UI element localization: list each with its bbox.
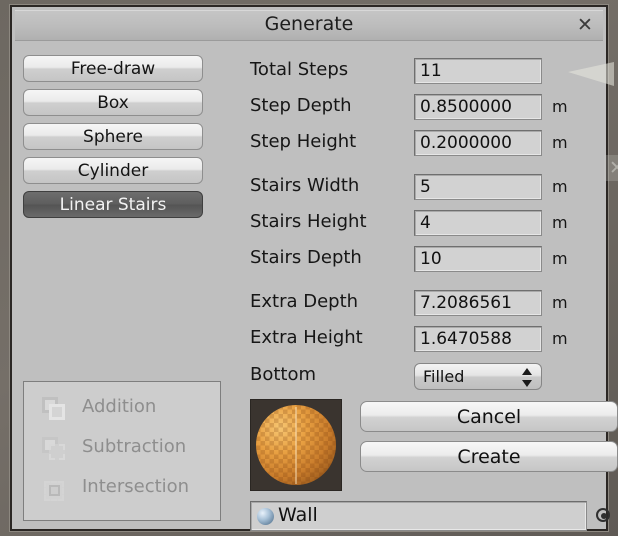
unit-extra-height: m	[552, 329, 568, 348]
cancel-button[interactable]: Cancel	[360, 401, 618, 432]
tool-button-linear-stairs[interactable]: Linear Stairs	[23, 191, 203, 218]
input-total-steps[interactable]: 11	[414, 58, 542, 84]
input-stairs-depth[interactable]: 10	[414, 246, 542, 272]
input-extra-height[interactable]: 1.6470588	[414, 326, 542, 352]
unit-stairs-width: m	[552, 177, 568, 196]
unit-step-depth: m	[552, 97, 568, 116]
bottom-dropdown[interactable]: Filled	[414, 363, 542, 390]
unit-stairs-depth: m	[552, 249, 568, 268]
tool-button-box[interactable]: Box	[23, 89, 203, 116]
label-extra-depth: Extra Depth	[250, 291, 359, 312]
csg-option-addition[interactable]: Addition	[34, 392, 214, 426]
generate-dialog: ✕ Generate ✕ Free-draw Box Sphere Cylind…	[10, 5, 618, 531]
csg-subtraction-label: Subtraction	[82, 436, 187, 457]
window-title: Generate	[264, 13, 354, 35]
csg-addition-icon	[40, 395, 68, 423]
background-x-artifact: ✕	[604, 155, 618, 181]
label-step-height: Step Height	[250, 131, 357, 152]
label-extra-height: Extra Height	[250, 327, 363, 348]
target-picker-icon[interactable]	[595, 507, 613, 525]
csg-intersection-label: Intersection	[82, 476, 190, 497]
csg-operations-group: Addition Subtraction Intersection	[23, 381, 221, 521]
material-preview[interactable]	[250, 399, 342, 491]
input-stairs-height[interactable]: 4	[414, 210, 542, 236]
tool-button-cylinder[interactable]: Cylinder	[23, 157, 203, 184]
input-step-height[interactable]: 0.2000000	[414, 130, 542, 156]
input-stairs-width[interactable]: 5	[414, 174, 542, 200]
label-bottom: Bottom	[250, 364, 317, 385]
bottom-dropdown-value: Filled	[423, 367, 465, 386]
tool-button-free-draw[interactable]: Free-draw	[23, 55, 203, 82]
unit-extra-depth: m	[552, 293, 568, 312]
csg-option-subtraction[interactable]: Subtraction	[34, 432, 214, 466]
csg-subtraction-icon	[40, 435, 68, 463]
label-step-depth: Step Depth	[250, 95, 352, 116]
material-sphere-seam	[295, 407, 297, 484]
material-name: Wall	[278, 504, 318, 526]
label-stairs-depth: Stairs Depth	[250, 247, 362, 268]
csg-intersection-icon	[40, 475, 68, 503]
label-stairs-width: Stairs Width	[250, 175, 360, 196]
desktop-background: ✕ Generate ✕ Free-draw Box Sphere Cylind…	[0, 0, 618, 536]
unit-stairs-height: m	[552, 213, 568, 232]
close-icon[interactable]: ✕	[573, 13, 597, 37]
chevron-updown-icon	[522, 368, 532, 387]
input-extra-depth[interactable]: 7.2086561	[414, 290, 542, 316]
label-total-steps: Total Steps	[250, 59, 349, 80]
material-field[interactable]: Wall	[250, 501, 587, 531]
create-button[interactable]: Create	[360, 441, 618, 472]
csg-option-intersection[interactable]: Intersection	[34, 472, 214, 506]
csg-addition-label: Addition	[82, 396, 157, 417]
material-sphere-icon	[257, 508, 274, 525]
tool-button-sphere[interactable]: Sphere	[23, 123, 203, 150]
titlebar: Generate ✕	[15, 10, 603, 41]
background-triangle-artifact	[568, 62, 614, 86]
unit-step-height: m	[552, 133, 568, 152]
label-stairs-height: Stairs Height	[250, 211, 367, 232]
input-step-depth[interactable]: 0.8500000	[414, 94, 542, 120]
